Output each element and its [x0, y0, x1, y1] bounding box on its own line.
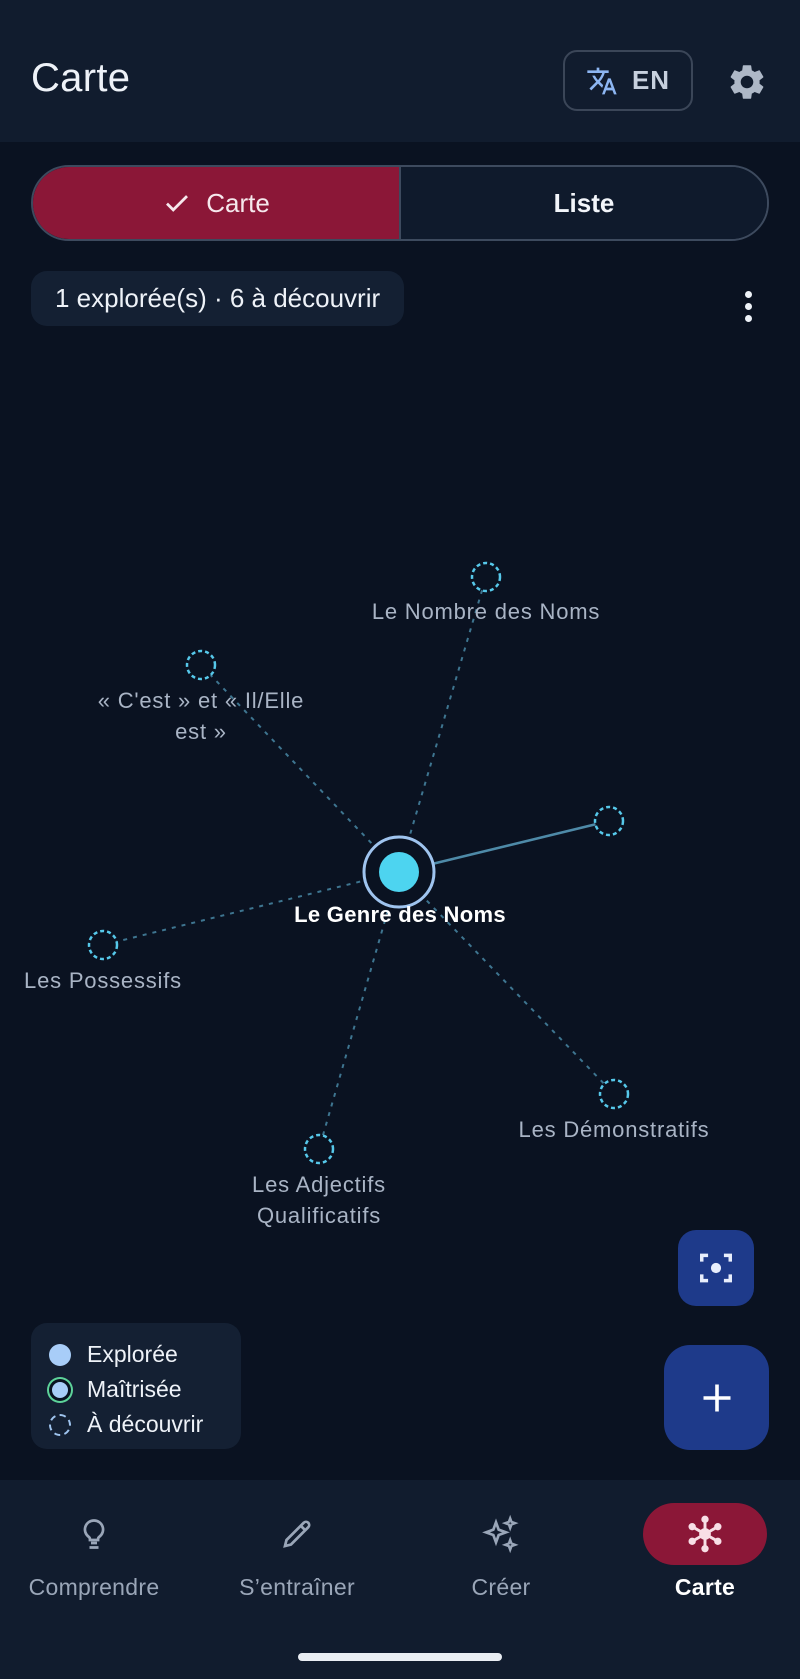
map-legend: Explorée Maîtrisée À découvrir — [31, 1323, 241, 1449]
nav-carte[interactable]: Carte — [605, 1502, 800, 1601]
node-cest-label: « C'est » et « Il/Elle est » — [97, 688, 305, 744]
tab-liste[interactable]: Liste — [401, 167, 767, 239]
stats-summary: 1 explorée(s) · 6 à découvrir — [55, 283, 381, 313]
tab-carte-label: Carte — [206, 187, 270, 218]
view-toggle: Carte Liste — [31, 165, 769, 241]
node-demonstratifs-label: Les Démonstratifs — [518, 1117, 710, 1142]
app-bar: Carte EN — [0, 0, 800, 142]
stats-chip: 1 explorée(s) · 6 à découvrir — [31, 271, 405, 326]
nav-carte-indicator — [643, 1503, 767, 1565]
recenter-button[interactable] — [678, 1230, 754, 1306]
plus-icon — [703, 1384, 730, 1411]
legend-mastered: Maîtrisée — [49, 1372, 223, 1407]
language-label: EN — [631, 65, 671, 95]
gear-icon[interactable] — [726, 61, 768, 103]
node-possessifs[interactable] — [87, 929, 119, 961]
legend-explored: Explorée — [49, 1337, 223, 1372]
translate-icon — [587, 67, 617, 94]
node-adjectifs-label: Les Adjectifs Qualificatifs — [252, 1172, 386, 1228]
concept-map[interactable]: Le Genre des Noms Le Nombre des Noms « C… — [0, 340, 800, 1480]
node-center[interactable] — [379, 852, 419, 892]
pencil-icon — [283, 1520, 311, 1548]
node-cest[interactable] — [185, 649, 217, 681]
check-icon — [166, 195, 189, 212]
nav-creer[interactable]: Créer — [401, 1502, 601, 1601]
node-center-label: Le Genre des Noms — [294, 902, 506, 927]
page-title: Carte — [31, 56, 131, 100]
bottom-navigation: Comprendre S’entraîner Créer Carte — [0, 1480, 800, 1679]
lightbulb-icon — [83, 1519, 105, 1549]
node-possessifs-label: Les Possessifs — [24, 968, 182, 993]
node-unlabeled[interactable] — [593, 805, 625, 837]
sparkle-icon — [482, 1514, 519, 1554]
node-nombre[interactable] — [470, 561, 502, 593]
node-nombre-label: Le Nombre des Noms — [371, 599, 601, 624]
explored-dot-icon — [49, 1343, 71, 1366]
node-adjectifs[interactable] — [303, 1133, 335, 1165]
to-discover-dot-icon — [49, 1413, 71, 1436]
tab-liste-label: Liste — [553, 187, 615, 218]
home-indicator[interactable] — [298, 1653, 502, 1661]
mastered-dot-icon — [52, 1381, 68, 1398]
focus-center-icon — [700, 1253, 732, 1283]
tab-carte[interactable]: Carte — [33, 167, 401, 239]
node-demonstratifs[interactable] — [598, 1078, 630, 1110]
language-toggle-button[interactable]: EN — [563, 50, 693, 111]
nav-sentrainer[interactable]: S’entraîner — [197, 1502, 397, 1601]
more-options-icon[interactable] — [736, 291, 760, 327]
legend-to-discover: À découvrir — [49, 1407, 223, 1442]
add-button[interactable] — [664, 1345, 769, 1450]
network-icon — [688, 1515, 722, 1553]
nav-comprendre[interactable]: Comprendre — [0, 1502, 194, 1601]
